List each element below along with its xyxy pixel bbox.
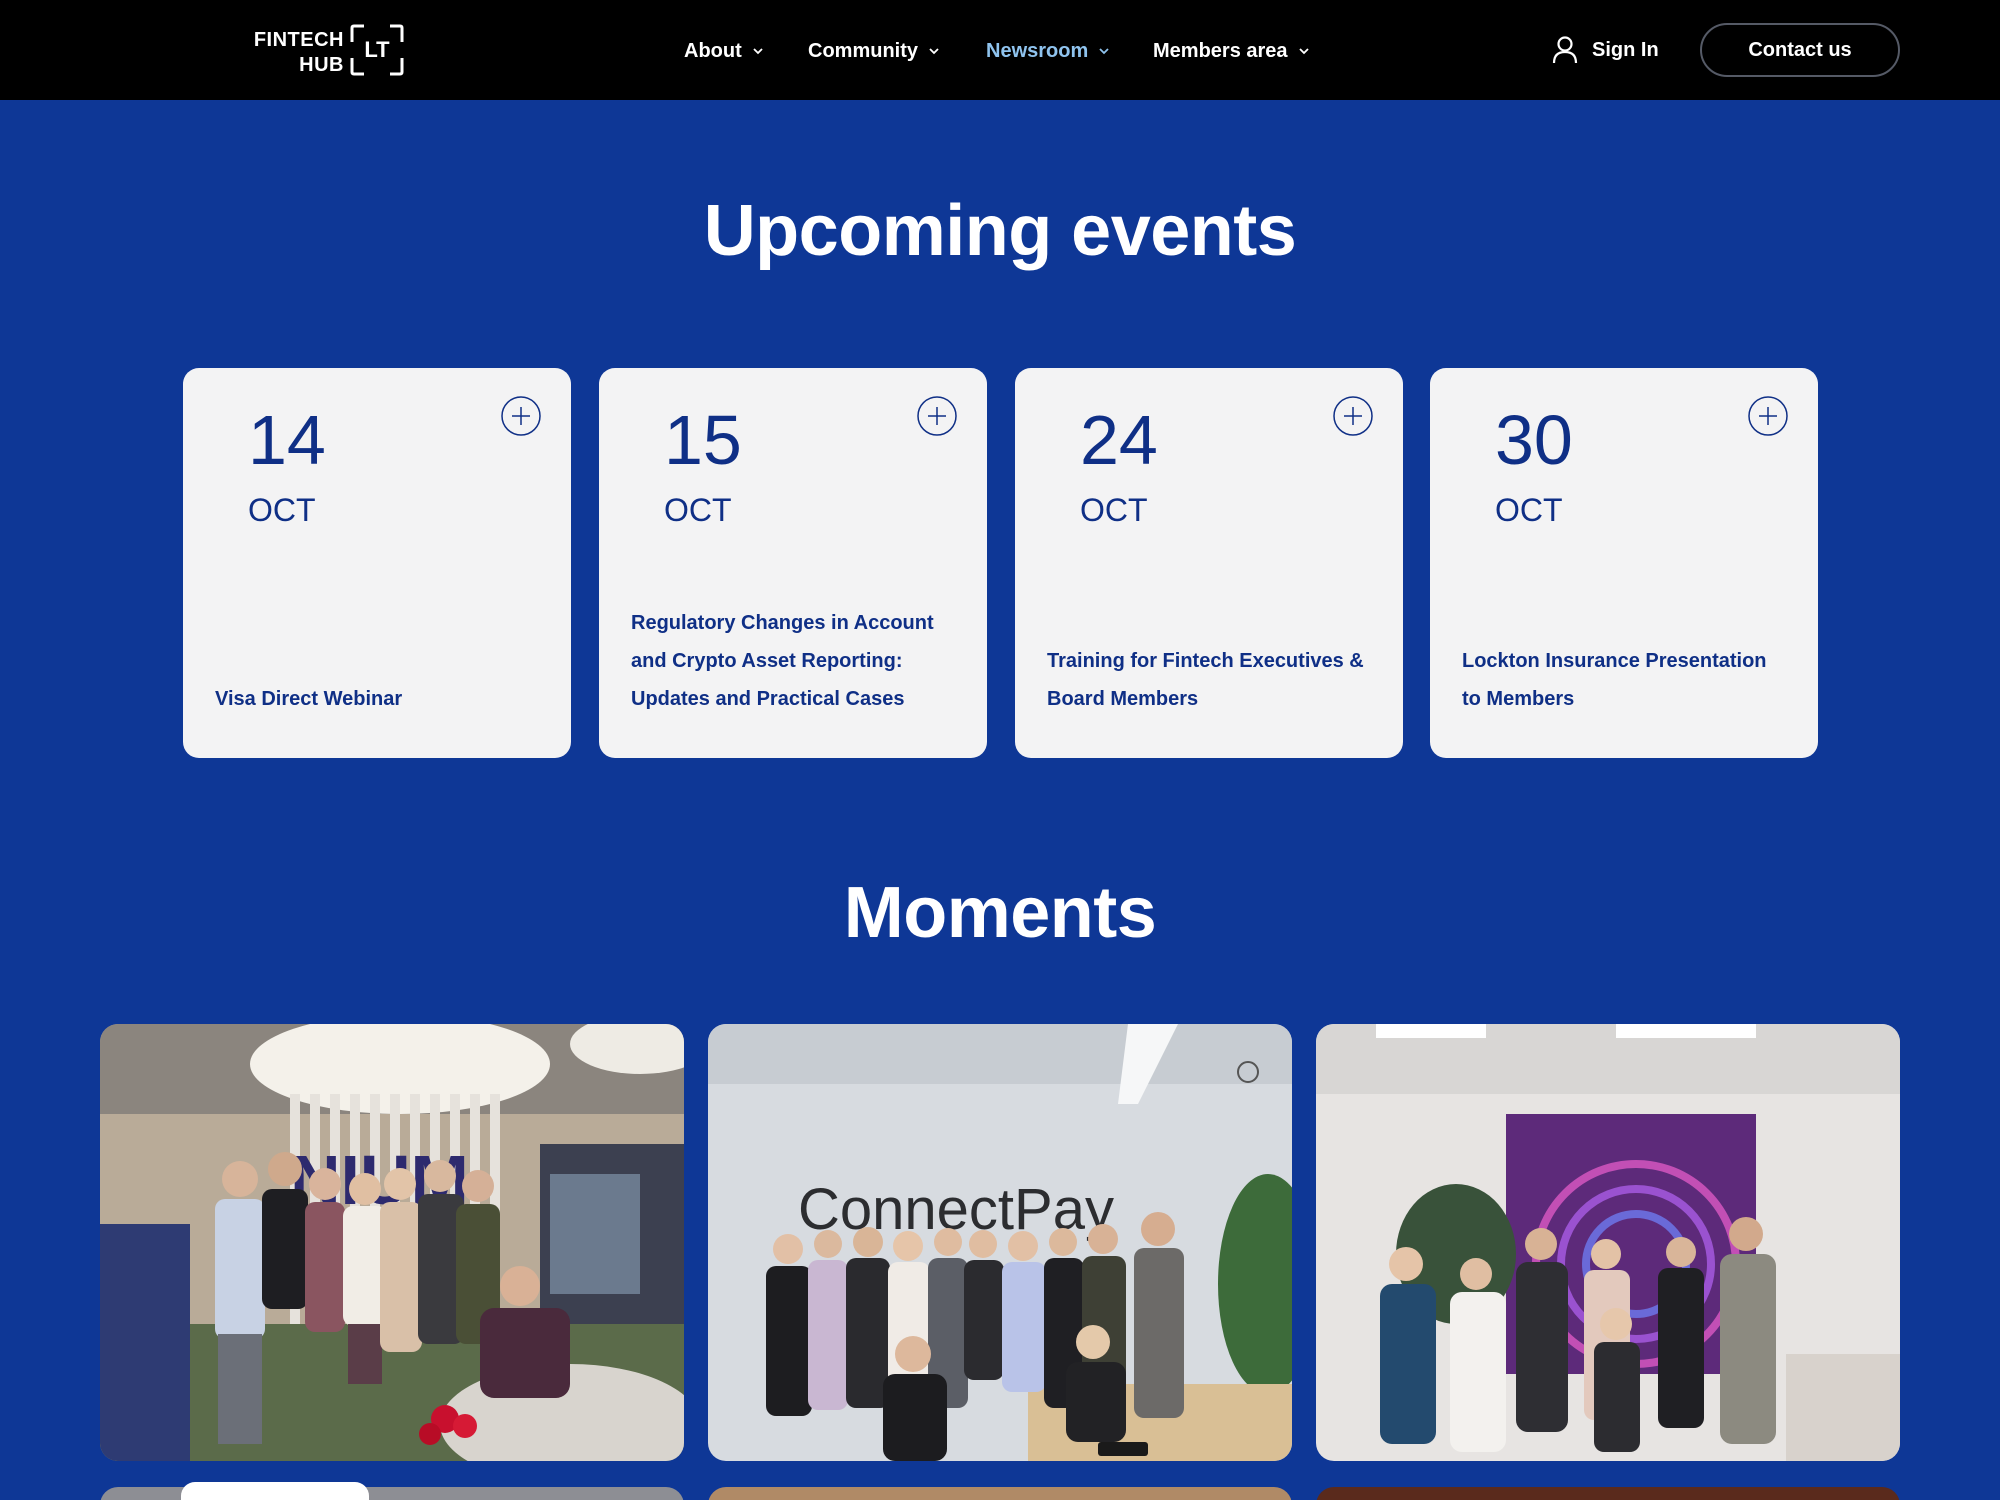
moment-photo[interactable]	[1316, 1024, 1900, 1461]
event-month: OCT	[664, 492, 732, 528]
group-photo-image: ConnectPay	[708, 1024, 1292, 1461]
event-month: OCT	[248, 492, 316, 528]
event-month: OCT	[1080, 492, 1148, 528]
chevron-down-icon	[753, 48, 763, 55]
event-day: 24	[1080, 401, 1158, 479]
event-title: Training for Fintech Executives & Board …	[1047, 650, 1364, 710]
top-navigation-bar: FINTECH HUB LT About Community Newsroom …	[0, 0, 2000, 100]
logo-wordmark: FINTECH HUB	[252, 28, 344, 78]
chevron-down-icon	[1298, 48, 1309, 55]
moment-photo-partial[interactable]	[708, 1487, 1292, 1500]
event-day: 14	[248, 401, 326, 479]
event-card[interactable]: 30 OCT Lockton Insurance Presentation to…	[1430, 368, 1818, 758]
chevron-down-icon	[929, 48, 939, 55]
event-title: Lockton Insurance Presentation to Member…	[1462, 650, 1767, 710]
nav-community-label: Community	[808, 39, 918, 62]
moment-photo[interactable]: NIUM	[100, 1024, 684, 1461]
logo-line-1: FINTECH	[253, 29, 344, 51]
moments-gallery: NIUM ConnectPay	[100, 1024, 1900, 1500]
moment-photo-partial[interactable]	[1316, 1487, 1900, 1500]
logo-mark-text: LT	[364, 37, 390, 62]
plus-circle-icon[interactable]	[1748, 396, 1788, 436]
event-month: OCT	[1495, 492, 1563, 528]
nav-members-area-label: Members area	[1153, 39, 1288, 62]
group-photo-image	[1316, 1024, 1900, 1461]
event-card[interactable]: 15 OCT Regulatory Changes in Account and…	[599, 368, 987, 758]
plus-circle-icon[interactable]	[917, 396, 957, 436]
event-day: 15	[664, 401, 742, 479]
event-title: Visa Direct Webinar	[215, 688, 403, 710]
contact-us-button[interactable]: Contact us	[1700, 23, 1900, 77]
plus-circle-icon[interactable]	[1333, 396, 1373, 436]
nav-newsroom-label: Newsroom	[986, 39, 1089, 62]
user-icon	[1552, 36, 1578, 64]
event-card[interactable]: 24 OCT Training for Fintech Executives &…	[1015, 368, 1403, 758]
gallery-tab-indicator	[181, 1482, 369, 1500]
events-list: 14 OCT Visa Direct Webinar 15 OCT Regula…	[183, 368, 1818, 758]
nav-about-label: About	[684, 39, 742, 62]
sign-in-label: Sign In	[1592, 38, 1659, 61]
logo-line-2: HUB	[299, 54, 344, 76]
nav-members-area[interactable]: Members area	[1153, 36, 1310, 66]
fintech-hub-logo[interactable]: FINTECH HUB LT	[252, 24, 407, 78]
nav-newsroom[interactable]: Newsroom	[986, 36, 1110, 66]
event-title: Regulatory Changes in Account and Crypto…	[631, 612, 934, 710]
moment-photo[interactable]: ConnectPay	[708, 1024, 1292, 1461]
nav-community[interactable]: Community	[808, 36, 940, 66]
event-card[interactable]: 14 OCT Visa Direct Webinar	[183, 368, 571, 758]
plus-circle-icon[interactable]	[501, 396, 541, 436]
upcoming-events-heading: Upcoming events	[703, 191, 1297, 271]
group-photo-image: NIUM	[100, 1024, 684, 1461]
event-day: 30	[1495, 401, 1573, 479]
moments-heading: Moments	[843, 873, 1157, 953]
nav-about[interactable]: About	[684, 36, 764, 66]
chevron-down-icon	[1099, 48, 1109, 55]
sign-in-link[interactable]: Sign In	[1552, 34, 1659, 66]
